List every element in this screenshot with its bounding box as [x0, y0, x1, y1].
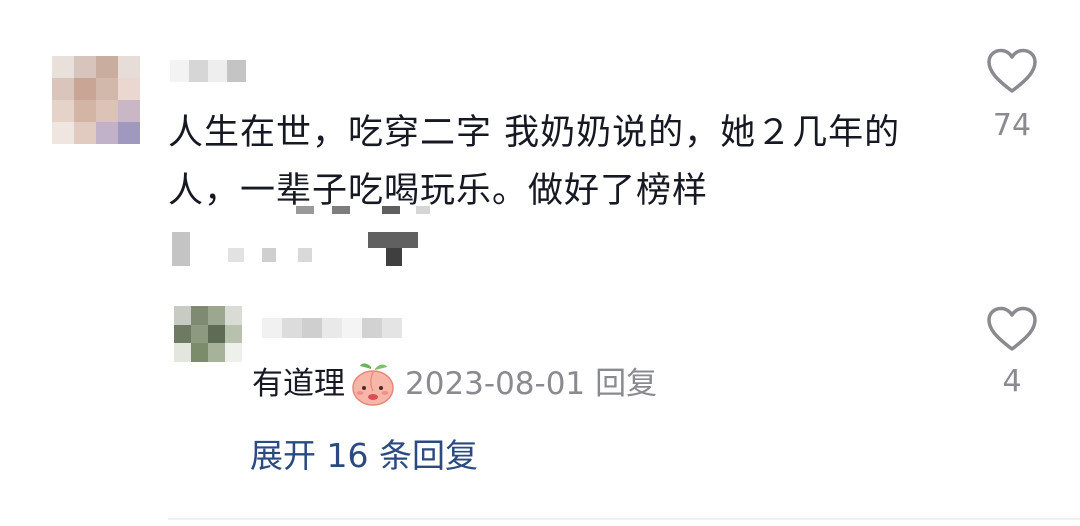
expand-replies-link[interactable]: 展开 16 条回复 [250, 432, 478, 480]
reply-action-button[interactable]: 回复 [595, 360, 657, 408]
commenter-name[interactable] [170, 60, 246, 82]
comment-text: 人生在世，吃穿二字 我奶奶说的，她２几年的人，一辈子吃喝玩乐。做好了榜样 [168, 113, 901, 211]
reply-text: 有道理 [252, 366, 345, 402]
reply-like-count: 4 [1002, 364, 1022, 399]
divider [168, 518, 1080, 520]
reply-like-button[interactable]: 4 [982, 306, 1042, 402]
comment-like-count: 74 [992, 108, 1032, 143]
commenter-avatar[interactable] [52, 56, 140, 144]
peach-emoji-sticker [352, 363, 394, 406]
comment-like-button[interactable]: 74 [982, 48, 1042, 148]
reply-user-name[interactable] [262, 318, 402, 338]
comment-meta-redacted-row [172, 232, 432, 268]
reply-content: 有道理 2023-08-01 回复 [252, 360, 657, 408]
comment-meta-redacted [296, 206, 436, 216]
heart-outline-icon [987, 48, 1037, 93]
heart-outline-icon [987, 306, 1037, 351]
reply-avatar[interactable] [174, 306, 242, 362]
reply-date: 2023-08-01 [405, 366, 586, 402]
